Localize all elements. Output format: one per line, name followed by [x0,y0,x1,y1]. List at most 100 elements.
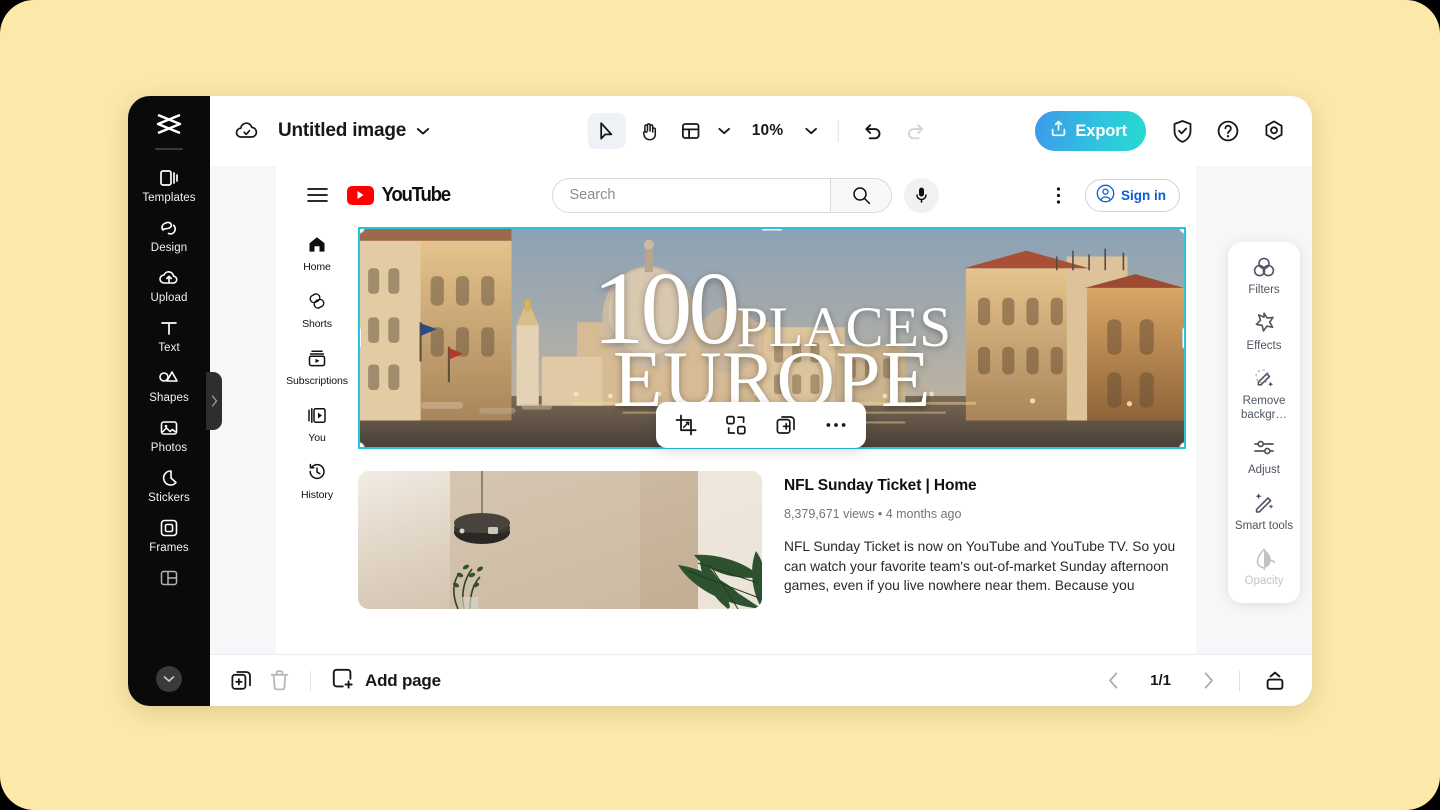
rail-divider [155,148,183,150]
tool-filters[interactable]: Filters [1228,254,1300,298]
help-question-icon [1216,119,1240,143]
sidebar-item-upload[interactable]: Upload [128,260,210,310]
home-icon [307,232,327,256]
opacity-droplet-icon [1253,545,1275,571]
sidebar-item-text[interactable]: Text [128,310,210,360]
sidebar-item-frames[interactable]: Frames [128,510,210,560]
replace-button[interactable] [720,409,752,441]
tool-adjust[interactable]: Adjust [1228,434,1300,478]
voice-search-button[interactable] [904,178,939,213]
next-page-button[interactable] [1193,666,1223,696]
tool-label: Opacity [1245,575,1284,589]
zoom-level-chevron[interactable] [801,127,821,135]
canvas-area[interactable]: YouTube Search [210,166,1312,654]
hand-tool-button[interactable] [630,113,668,149]
chevron-right-icon [211,395,218,407]
more-vertical-icon[interactable] [1045,180,1071,210]
sidebar-item-shorts[interactable]: Shorts [276,289,358,330]
sidebar-item-you[interactable]: You [276,403,358,444]
tool-effects[interactable]: Effects [1228,310,1300,354]
settings-button[interactable] [1252,109,1296,153]
crop-button[interactable] [670,409,702,441]
templates-icon [159,167,179,189]
export-button[interactable]: Export [1035,111,1146,151]
video-title[interactable]: NFL Sunday Ticket | Home [784,477,1186,495]
redo-button[interactable] [896,113,934,149]
bottom-divider [310,671,311,691]
tool-label: Filters [1248,284,1279,298]
zoom-level-value[interactable]: 10% [752,122,784,140]
resize-handle-left[interactable] [358,327,362,349]
resize-handle-bottom-right[interactable] [1179,442,1186,449]
layout-tool-chevron[interactable] [714,127,734,135]
sidebar-item-history[interactable]: History [276,460,358,501]
settings-gear-icon [1262,119,1286,144]
history-clock-icon [307,460,327,484]
share-upload-icon [1050,120,1067,142]
sign-in-button[interactable]: Sign in [1085,179,1180,212]
undo-button[interactable] [854,113,892,149]
resize-handle-right[interactable] [1182,327,1186,349]
upload-cloud-icon [158,267,180,289]
sidebar-item-subscriptions[interactable]: Subscriptions [276,346,358,387]
document-title[interactable]: Untitled image [278,120,406,142]
hamburger-menu-icon[interactable] [302,180,332,210]
youtube-sidebar: Home Shorts [276,224,358,609]
sidebar-item-shapes[interactable]: Shapes [128,360,210,410]
more-horizontal-icon [825,421,847,429]
tool-label: Adjust [1248,464,1280,478]
center-tool-group: 10% [588,113,935,149]
youtube-play-icon [347,186,374,205]
cursor-arrow-icon [597,121,616,142]
tool-label: Remove backgr… [1232,395,1296,422]
youtube-search-group: Search [552,178,939,213]
sidebar-item-stickers[interactable]: Stickers [128,460,210,510]
rail-collapse-button[interactable] [156,666,182,692]
stickers-icon [159,467,179,489]
sidebar-item-home[interactable]: Home [276,232,358,273]
help-button[interactable] [1206,109,1250,153]
duplicate-page-button[interactable] [222,662,260,700]
duplicate-button[interactable] [770,409,802,441]
youtube-logo[interactable]: YouTube [347,184,452,207]
sidebar-item-grid[interactable] [128,560,210,597]
sidebar-item-label: Templates [142,192,195,205]
video-thumbnail[interactable] [358,471,762,609]
sidebar-item-label: Subscriptions [286,375,348,387]
tool-opacity[interactable]: Opacity [1228,545,1300,589]
tool-label: Smart tools [1235,520,1293,534]
search-submit-button[interactable] [830,178,892,213]
tool-smart-tools[interactable]: Smart tools [1228,490,1300,534]
duplicate-page-icon [230,669,253,692]
trash-icon [269,669,290,692]
sidebar-item-design[interactable]: Design [128,210,210,260]
left-rail: Templates Design Upload Text [128,96,210,706]
sidebar-item-label: Frames [149,542,189,555]
search-input[interactable]: Search [552,178,830,213]
shield-check-button[interactable] [1160,109,1204,153]
duplicate-icon [775,414,797,436]
layout-tool-button[interactable] [672,113,710,149]
page-indicator: 1/1 [1132,672,1189,689]
prev-page-button[interactable] [1098,666,1128,696]
select-tool-button[interactable] [588,113,626,149]
sidebar-item-photos[interactable]: Photos [128,410,210,460]
capcut-logo-icon[interactable] [151,108,187,142]
resize-handle-top[interactable] [761,227,783,231]
remove-background-icon [1252,365,1276,391]
add-page-button[interactable]: Add page [323,667,449,695]
sidebar-item-label: Shapes [149,392,189,405]
delete-page-button[interactable] [260,662,298,700]
chevron-left-icon [1108,672,1119,689]
sidebar-item-templates[interactable]: Templates [128,160,210,210]
more-button[interactable] [820,409,852,441]
document-title-chevron[interactable] [416,127,430,136]
sidebar-item-label: Shorts [302,318,332,330]
pages-panel-toggle[interactable] [1256,662,1294,700]
sidebar-item-label: Photos [151,442,187,455]
tool-remove-background[interactable]: Remove backgr… [1228,365,1300,422]
cloud-saved-icon[interactable] [232,116,262,146]
design-icon [159,217,179,239]
shapes-icon [158,367,180,389]
panel-expand-handle[interactable] [206,372,222,430]
